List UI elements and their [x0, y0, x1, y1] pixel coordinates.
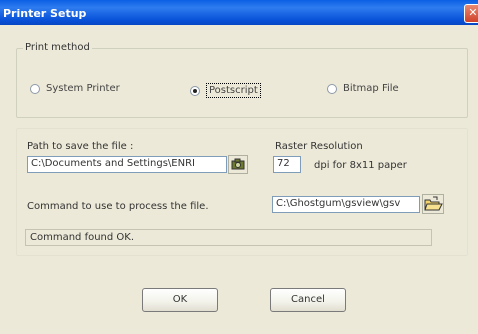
radio-bitmap-file[interactable]: Bitmap File	[327, 83, 399, 94]
radio-circle[interactable]	[30, 83, 40, 94]
radio-postscript[interactable]: Postscript	[190, 83, 261, 98]
raster-unit-label: dpi for 8x11 paper	[314, 160, 407, 171]
path-browse-button[interactable]	[228, 155, 248, 174]
radio-circle-checked[interactable]	[190, 85, 200, 96]
command-label: Command to use to process the file.	[27, 201, 209, 212]
print-method-legend: Print method	[23, 42, 92, 53]
title-bar: Printer Setup ✕	[0, 0, 478, 25]
close-icon: ✕	[468, 6, 478, 19]
radio-label: System Printer	[46, 83, 120, 94]
radio-label: Postscript	[206, 83, 261, 98]
camera-folder-icon	[231, 158, 245, 170]
raster-resolution-label: Raster Resolution	[275, 141, 363, 152]
cancel-button[interactable]: Cancel	[270, 288, 346, 312]
path-label: Path to save the file :	[27, 141, 134, 152]
command-input[interactable]: C:\Ghostgum\gsview\gsv	[272, 196, 420, 213]
close-button[interactable]: ✕	[464, 4, 478, 23]
open-folder-icon	[424, 196, 443, 211]
path-input[interactable]: C:\Documents and Settings\ENRI	[27, 156, 227, 173]
command-browse-button[interactable]	[422, 194, 444, 214]
status-bar: Command found OK.	[25, 229, 432, 246]
ok-button[interactable]: OK	[142, 288, 218, 312]
window-title: Printer Setup	[3, 7, 87, 20]
raster-resolution-input[interactable]: 72	[273, 156, 301, 173]
radio-system-printer[interactable]: System Printer	[30, 83, 120, 94]
radio-label: Bitmap File	[343, 83, 399, 94]
radio-circle[interactable]	[327, 83, 337, 94]
